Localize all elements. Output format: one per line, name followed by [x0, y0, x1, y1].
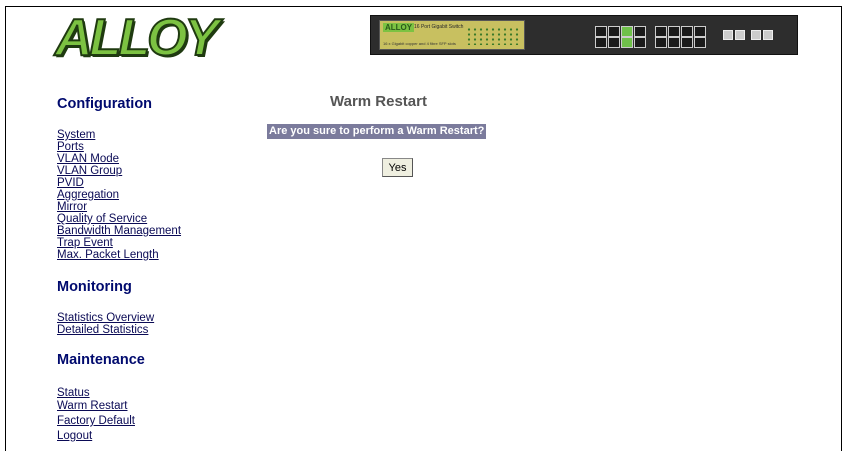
switch-label-panel: ALLOY 16 Port Gigabit Switch 16 x Gigabi… [379, 20, 525, 50]
switch-port [608, 37, 620, 48]
switch-port [694, 37, 706, 48]
monitoring-heading: Monitoring [57, 279, 132, 295]
switch-port [595, 37, 607, 48]
nav-mirror[interactable]: Mirror [57, 201, 87, 213]
nav-factory-default[interactable]: Factory Default [57, 415, 135, 427]
switch-port [634, 37, 646, 48]
alloy-logo: ALLOY [54, 9, 220, 67]
switch-port [668, 37, 680, 48]
nav-logout[interactable]: Logout [57, 430, 92, 442]
switch-ports [595, 26, 715, 48]
nav-bandwidth-management[interactable]: Bandwidth Management [57, 225, 181, 237]
nav-system[interactable]: System [57, 129, 95, 141]
switch-sfp-slot [735, 30, 745, 40]
switch-port [608, 26, 620, 37]
nav-pvid[interactable]: PVID [57, 177, 84, 189]
nav-warm-restart[interactable]: Warm Restart [57, 400, 128, 412]
nav-aggregation[interactable]: Aggregation [57, 189, 119, 201]
nav-vlan-group[interactable]: VLAN Group [57, 165, 122, 177]
yes-button[interactable]: Yes [382, 158, 413, 177]
maintenance-heading: Maintenance [57, 352, 145, 368]
switch-port [655, 37, 667, 48]
switch-model: 16 Port Gigabit Switch [414, 24, 464, 30]
nav-quality-of-service[interactable]: Quality of Service [57, 213, 147, 225]
switch-led-grid [466, 27, 521, 45]
switch-port [621, 37, 633, 48]
nav-statistics-overview[interactable]: Statistics Overview [57, 312, 154, 324]
switch-port [668, 26, 680, 37]
switch-sfp-slot [723, 30, 733, 40]
page-title: Warm Restart [330, 93, 427, 110]
switch-subtitle: 16 x Gigabit copper and 4 fibre SFP slot… [383, 41, 456, 46]
switch-port [621, 26, 633, 37]
switch-port [655, 26, 667, 37]
nav-trap-event[interactable]: Trap Event [57, 237, 113, 249]
switch-sfp-slot [751, 30, 761, 40]
nav-vlan-mode[interactable]: VLAN Mode [57, 153, 119, 165]
nav-max-packet-length[interactable]: Max. Packet Length [57, 249, 159, 261]
switch-sfp-slot [763, 30, 773, 40]
switch-port [595, 26, 607, 37]
nav-status[interactable]: Status [57, 387, 90, 399]
switch-port [681, 37, 693, 48]
nav-ports[interactable]: Ports [57, 141, 84, 153]
confirm-question: Are you sure to perform a Warm Restart? [267, 124, 487, 139]
configuration-heading: Configuration [57, 96, 153, 112]
switch-port [681, 26, 693, 37]
switch-port [634, 26, 646, 37]
switch-port [694, 26, 706, 37]
switch-front-panel-image: ALLOY 16 Port Gigabit Switch 16 x Gigabi… [370, 15, 798, 55]
nav-detailed-statistics[interactable]: Detailed Statistics [57, 324, 148, 336]
switch-brand: ALLOY [383, 23, 415, 32]
